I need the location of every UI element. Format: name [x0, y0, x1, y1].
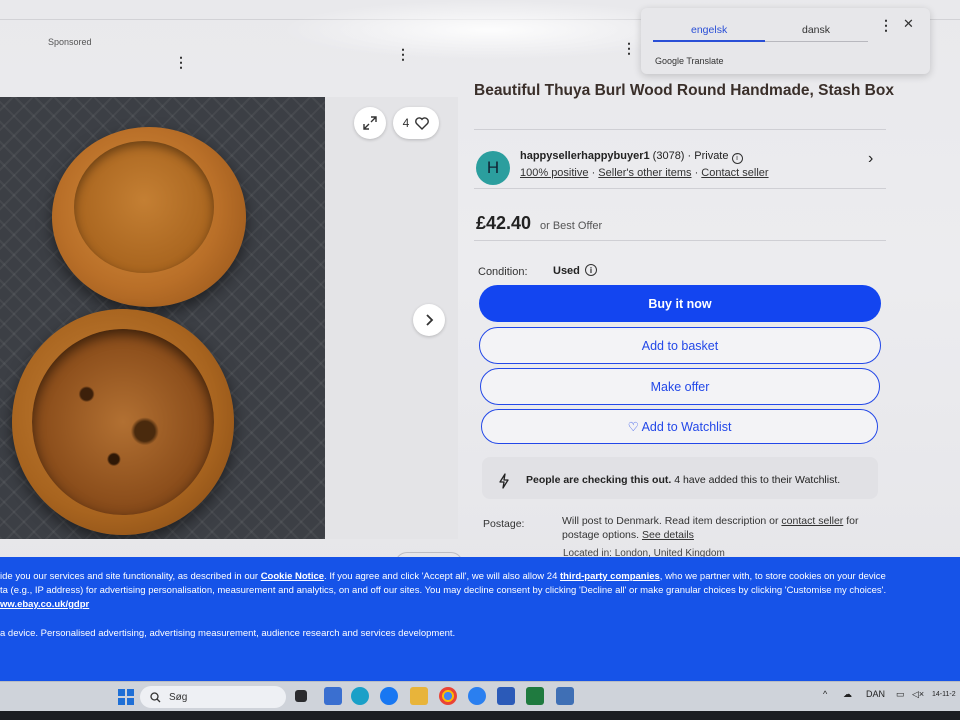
seller-chevron-right-icon[interactable]: ›	[868, 150, 873, 168]
cookie-line-2: ta (e.g., IP address) for advertising pe…	[0, 585, 887, 596]
sponsored-label: Sponsored	[48, 37, 92, 47]
file-explorer-icon[interactable]	[410, 687, 428, 705]
tray-cloud-icon[interactable]: ☁	[843, 689, 852, 700]
sponsored-menu-icon-3[interactable]: ⋮	[622, 41, 636, 55]
cookie-line-3: ww.ebay.co.uk/gdpr	[0, 598, 89, 611]
google-translate-label: Google Translate	[655, 56, 724, 66]
next-image-button[interactable]	[413, 304, 445, 336]
clock-date[interactable]: 14-11-2	[932, 691, 956, 698]
add-to-basket-button[interactable]: Add to basket	[479, 327, 881, 364]
translate-close-icon[interactable]: ✕	[903, 16, 914, 32]
sponsored-menu-icon[interactable]: ⋮	[174, 55, 188, 69]
edge-icon[interactable]	[351, 687, 369, 705]
cookie-line-4: a device. Personalised advertising, adve…	[0, 628, 456, 639]
seller-name-row: happysellerhappybuyer1 (3078) · Private …	[520, 150, 743, 164]
condition-label: Condition:	[478, 266, 528, 278]
chrome-icon[interactable]	[439, 687, 457, 705]
expand-icon	[363, 116, 377, 130]
translate-menu-icon[interactable]: ⋮	[879, 18, 893, 32]
sponsored-menu-icon-2[interactable]: ⋮	[396, 47, 410, 61]
postage-contact-seller-link[interactable]: contact seller	[781, 515, 843, 527]
gdpr-link[interactable]: ww.ebay.co.uk/gdpr	[0, 599, 89, 610]
seller-feedback-count: (3078)	[652, 150, 685, 162]
postage-text: Will post to Denmark. Read item descript…	[562, 514, 882, 542]
tab-divider	[765, 41, 868, 42]
seller-links: 100% positive · Seller's other items · C…	[520, 167, 769, 179]
start-button-icon[interactable]	[118, 689, 134, 705]
messenger-icon[interactable]	[468, 687, 486, 705]
watchers-notice-text: People are checking this out. 4 have add…	[526, 474, 840, 486]
watchers-notice-rest: 4 have added this to their Watchlist.	[671, 474, 841, 486]
condition-info-icon[interactable]: i	[585, 264, 597, 276]
cookie-notice-link[interactable]: Cookie Notice	[261, 571, 324, 582]
positive-feedback-link[interactable]: 100% positive	[520, 167, 589, 179]
buy-it-now-button[interactable]: Buy it now	[479, 285, 881, 322]
expand-button[interactable]	[354, 107, 386, 139]
teams-meet-icon[interactable]	[324, 687, 342, 705]
facebook-icon[interactable]	[380, 687, 398, 705]
watchers-notice-bold: People are checking this out.	[526, 474, 672, 486]
cookie-text: ide you our services and site functional…	[0, 571, 261, 582]
product-photo[interactable]	[0, 97, 325, 539]
translate-target-language-tab[interactable]: dansk	[802, 24, 830, 36]
divider	[474, 188, 886, 189]
taskbar-search[interactable]: Søg	[140, 686, 286, 708]
cookie-line-1: ide you our services and site functional…	[0, 570, 886, 583]
input-language[interactable]: DAN	[866, 689, 885, 699]
wooden-lid	[52, 127, 246, 307]
condition-value: Used	[553, 265, 580, 277]
word-icon[interactable]	[497, 687, 515, 705]
monitor-bezel	[0, 711, 960, 720]
divider	[474, 129, 886, 130]
contact-seller-link[interactable]: Contact seller	[701, 167, 768, 179]
third-party-companies-link[interactable]: third-party companies	[560, 571, 660, 582]
see-details-link[interactable]: See details	[642, 529, 694, 541]
volume-icon[interactable]: ◁×	[912, 689, 924, 700]
snipping-tool-icon[interactable]	[556, 687, 574, 705]
seller-avatar[interactable]: H	[476, 151, 510, 185]
divider	[474, 240, 886, 241]
cookie-text: , who we partner with, to store cookies …	[659, 571, 886, 582]
price: £42.40	[476, 213, 532, 233]
tray-chevron-up-icon[interactable]: ^	[823, 689, 827, 699]
watch-count: 4	[402, 116, 410, 130]
separator: ·	[591, 167, 596, 179]
heart-icon	[415, 116, 430, 130]
taskbar-search-placeholder: Søg	[169, 691, 188, 703]
product-title: Beautiful Thuya Burl Wood Round Handmade…	[474, 82, 894, 99]
cookie-text: . If you agree and click 'Accept all', w…	[324, 571, 561, 582]
task-view-icon[interactable]	[295, 690, 307, 702]
wooden-bowl	[12, 309, 234, 535]
add-to-watchlist-button[interactable]: ♡ Add to Watchlist	[481, 409, 878, 444]
other-items-link[interactable]: Seller's other items	[598, 167, 691, 179]
translate-source-language-tab[interactable]: engelsk	[691, 24, 727, 36]
best-offer-label: or Best Offer	[540, 220, 603, 232]
seller-name[interactable]: happysellerhappybuyer1	[520, 150, 650, 162]
separator: ·	[694, 167, 699, 179]
seller-type: · Private	[687, 150, 729, 162]
search-icon	[150, 691, 161, 702]
chevron-right-icon	[426, 314, 434, 326]
watch-count-button[interactable]: 4	[393, 107, 439, 139]
cookie-banner: ide you our services and site functional…	[0, 557, 960, 681]
postage-label: Postage:	[483, 518, 525, 530]
google-translate-popup: engelsk dansk ⋮ ✕ Google Translate	[641, 8, 930, 74]
make-offer-button[interactable]: Make offer	[480, 368, 880, 405]
postage-text-part: Will post to Denmark. Read item descript…	[562, 515, 782, 527]
active-tab-indicator	[653, 40, 765, 42]
excel-icon[interactable]	[526, 687, 544, 705]
info-icon[interactable]: i	[731, 153, 743, 164]
image-gallery: 4	[0, 97, 458, 539]
network-icon[interactable]: ▭	[896, 689, 905, 700]
lightning-icon	[499, 473, 509, 489]
